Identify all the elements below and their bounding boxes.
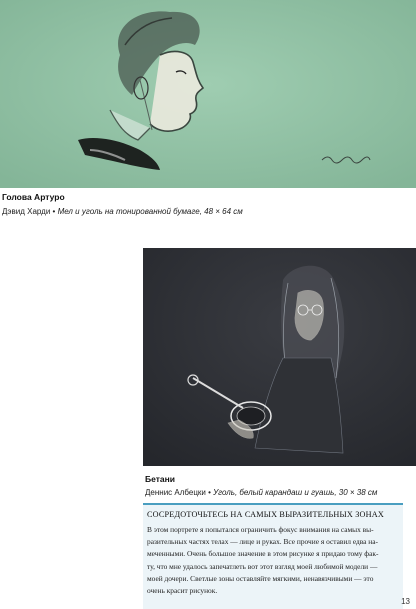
artwork-2-medium: Уголь, белый карандаш и гуашь, 30 × 38 с… xyxy=(213,488,378,497)
sidebar-line: моей дочери. Светлые зоны оставляйте мяг… xyxy=(147,573,374,583)
artwork-1-medium: Мел и уголь на тонированной бумаге, 48 ×… xyxy=(57,207,243,216)
page-number: 13 xyxy=(401,597,410,606)
sidebar-line: меченными. Очень большое значение в этом… xyxy=(147,549,379,559)
sidebar-line: разительных частях телах — лице и руках.… xyxy=(147,537,378,547)
sidebar-heading: СОСРЕДОТОЧЬТЕСЬ НА САМЫХ ВЫРАЗИТЕЛЬНЫХ З… xyxy=(147,510,384,519)
artwork-2-title: Бетани xyxy=(145,474,175,484)
artwork-1-artist: Дэвид Харди xyxy=(2,207,51,216)
sidebar-line: В этом портрете я попытался ограничить ф… xyxy=(147,525,374,534)
artwork-1-credit: Дэвид Харди • Мел и уголь на тонированно… xyxy=(2,207,243,216)
bullet-separator: • xyxy=(52,207,56,216)
sidebar-line: очень красит рисунок. xyxy=(147,586,218,596)
sidebar-line: ту, что мне удалось запечатлеть вот этот… xyxy=(147,561,378,571)
artwork-2-artist: Деннис Албецки xyxy=(145,488,206,497)
artwork-image-head-of-arturo xyxy=(0,0,416,188)
bullet-separator: • xyxy=(208,488,211,497)
sidebar-body: В этом портрете я попытался ограничить ф… xyxy=(147,524,397,597)
artwork-image-bethany xyxy=(143,248,416,466)
artwork-2-credit: Деннис Албецки • Уголь, белый карандаш и… xyxy=(145,488,377,497)
portrait-sketch-woman-with-violin xyxy=(143,248,416,466)
artwork-1-title: Голова Артуро xyxy=(2,192,65,202)
portrait-sketch-male xyxy=(0,0,416,188)
